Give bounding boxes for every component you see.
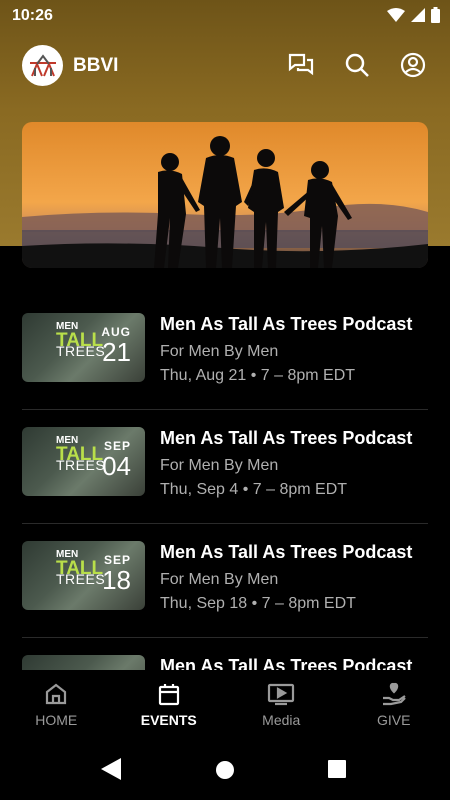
thumbnail-date: SEP 04 bbox=[102, 439, 131, 482]
status-icons bbox=[387, 7, 440, 23]
event-item[interactable]: MEN TALL TREES SEP 04 Men As Tall As Tre… bbox=[22, 410, 428, 524]
recents-icon[interactable] bbox=[328, 760, 346, 778]
calendar-icon bbox=[158, 684, 179, 706]
nav-media-label: Media bbox=[262, 712, 301, 728]
event-text: Men As Tall As Trees Podcast bbox=[160, 656, 428, 670]
nav-events-label: EVENTS bbox=[140, 712, 197, 728]
chat-icon bbox=[288, 53, 314, 76]
thumbnail-day: 21 bbox=[102, 337, 131, 367]
thumbnail-date: AUG 21 bbox=[101, 325, 131, 368]
status-bar: 10:26 bbox=[0, 0, 450, 32]
thumbnail-day: 04 bbox=[102, 451, 131, 481]
sunset-silhouette-image bbox=[22, 122, 428, 268]
thumbnail-trees-text: TREES bbox=[56, 457, 106, 473]
thumbnail-logo: MEN TALL TREES bbox=[56, 436, 106, 473]
event-title: Men As Tall As Trees Podcast bbox=[160, 542, 413, 562]
home-icon bbox=[46, 683, 67, 705]
event-subtitle: For Men By Men bbox=[160, 457, 279, 474]
wifi-icon bbox=[387, 8, 405, 22]
event-text: Men As Tall As Trees Podcast For Men By … bbox=[160, 314, 428, 385]
event-item[interactable]: MEN TALL TREES AUG 21 Men As Tall As Tre… bbox=[22, 296, 428, 410]
event-thumbnail: MEN TALL TREES AUG 21 bbox=[22, 313, 145, 382]
thumbnail-trees-text: TREES bbox=[56, 343, 106, 359]
event-subtitle: For Men By Men bbox=[160, 571, 279, 588]
thumbnail-day: 18 bbox=[102, 565, 131, 595]
app-bar: BBVI bbox=[0, 36, 450, 96]
search-button[interactable] bbox=[342, 50, 372, 80]
back-icon[interactable] bbox=[101, 758, 121, 780]
search-icon bbox=[345, 53, 369, 77]
event-time: Thu, Sep 18 • 7 – 8pm EDT bbox=[160, 595, 356, 612]
event-title: Men As Tall As Trees Podcast bbox=[160, 314, 413, 334]
system-nav-bar bbox=[0, 736, 450, 800]
nav-give-label: GIVE bbox=[377, 712, 411, 728]
app-actions bbox=[286, 50, 428, 80]
status-time: 10:26 bbox=[12, 7, 53, 24]
app-logo[interactable] bbox=[22, 45, 63, 86]
event-thumbnail: MEN TALL TREES SEP 04 bbox=[22, 427, 145, 496]
bottom-nav: HOME EVENTS Media GIVE bbox=[0, 670, 450, 736]
nav-home[interactable]: HOME bbox=[0, 670, 113, 736]
event-list: MEN TALL TREES AUG 21 Men As Tall As Tre… bbox=[22, 296, 428, 670]
event-title: Men As Tall As Trees Podcast bbox=[160, 656, 413, 670]
home-circle-icon[interactable] bbox=[215, 760, 235, 780]
event-text: Men As Tall As Trees Podcast For Men By … bbox=[160, 428, 428, 499]
thumbnail-date: SEP 18 bbox=[102, 553, 131, 596]
account-button[interactable] bbox=[398, 50, 428, 80]
thumbnail-logo: MEN TALL TREES bbox=[56, 550, 106, 587]
nav-give[interactable]: GIVE bbox=[338, 670, 450, 736]
event-time: Thu, Aug 21 • 7 – 8pm EDT bbox=[160, 367, 356, 384]
account-icon bbox=[400, 52, 426, 78]
event-thumbnail: MEN TALL TREES SEP 18 bbox=[22, 541, 145, 610]
give-icon bbox=[382, 682, 406, 706]
thumbnail-trees-text: TREES bbox=[56, 571, 106, 587]
hero-banner[interactable] bbox=[22, 122, 428, 268]
event-subtitle: For Men By Men bbox=[160, 343, 279, 360]
signal-icon bbox=[411, 8, 425, 22]
event-item[interactable]: Men As Tall As Trees Podcast bbox=[22, 638, 428, 670]
nav-events[interactable]: EVENTS bbox=[113, 670, 226, 736]
battery-icon bbox=[431, 7, 440, 23]
nav-media[interactable]: Media bbox=[225, 670, 338, 736]
event-time: Thu, Sep 4 • 7 – 8pm EDT bbox=[160, 481, 348, 498]
app-title: BBVI bbox=[73, 55, 119, 76]
thumbnail-logo: MEN TALL TREES bbox=[56, 322, 106, 359]
messages-button[interactable] bbox=[286, 50, 316, 80]
logo-icon bbox=[29, 53, 56, 76]
event-title: Men As Tall As Trees Podcast bbox=[160, 428, 413, 448]
nav-home-label: HOME bbox=[35, 712, 78, 728]
event-thumbnail bbox=[22, 655, 145, 670]
event-text: Men As Tall As Trees Podcast For Men By … bbox=[160, 542, 428, 613]
event-item[interactable]: MEN TALL TREES SEP 18 Men As Tall As Tre… bbox=[22, 524, 428, 638]
video-icon bbox=[268, 683, 295, 706]
